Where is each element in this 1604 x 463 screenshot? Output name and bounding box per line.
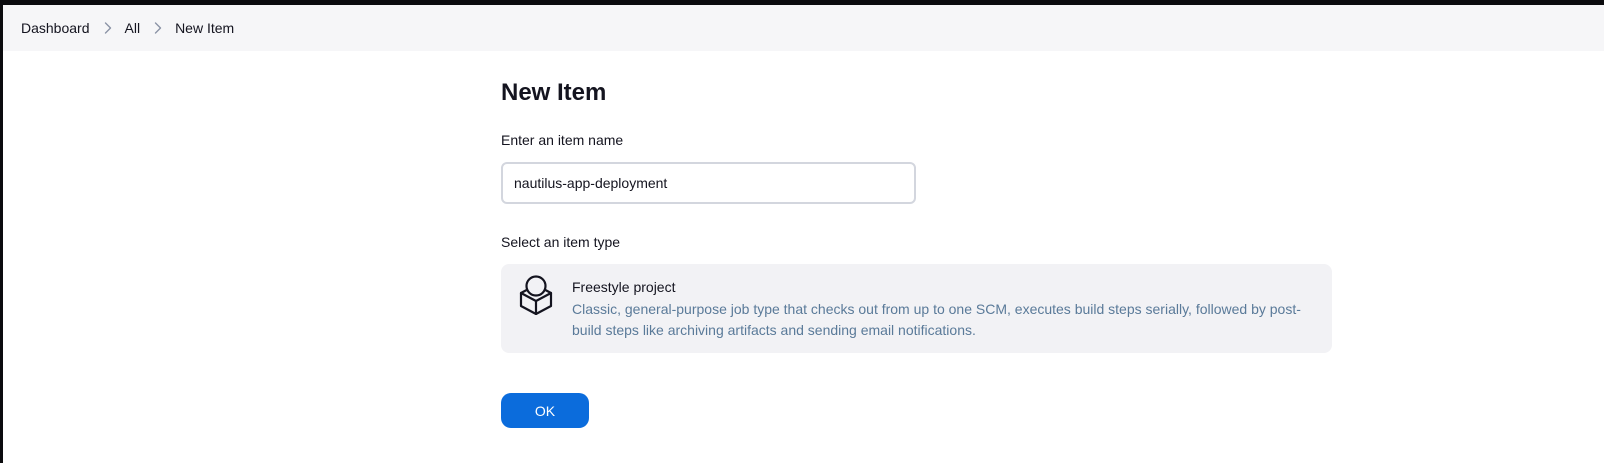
item-name-input[interactable] <box>501 162 916 204</box>
page-title: New Item <box>501 79 607 106</box>
chevron-right-icon <box>104 22 112 34</box>
freestyle-project-icon <box>517 275 555 316</box>
chevron-right-icon <box>154 22 162 34</box>
item-type-label: Select an item type <box>501 234 621 250</box>
item-type-name: Freestyle project <box>572 279 676 295</box>
breadcrumb: Dashboard All New Item <box>3 5 1604 51</box>
ok-button[interactable]: OK <box>501 393 589 428</box>
item-name-label: Enter an item name <box>501 132 624 148</box>
item-type-option-freestyle-project[interactable]: Freestyle project Classic, general-purpo… <box>501 264 1332 353</box>
breadcrumb-item-dashboard[interactable]: Dashboard <box>21 20 90 36</box>
item-type-description: Classic, general-purpose job type that c… <box>572 301 1301 338</box>
breadcrumb-item-new-item[interactable]: New Item <box>175 20 234 36</box>
app-window: Dashboard All New Item New Item Enter an… <box>0 0 1604 463</box>
breadcrumb-item-all[interactable]: All <box>125 20 141 36</box>
main-content: New Item Enter an item name Select an it… <box>501 51 1341 428</box>
